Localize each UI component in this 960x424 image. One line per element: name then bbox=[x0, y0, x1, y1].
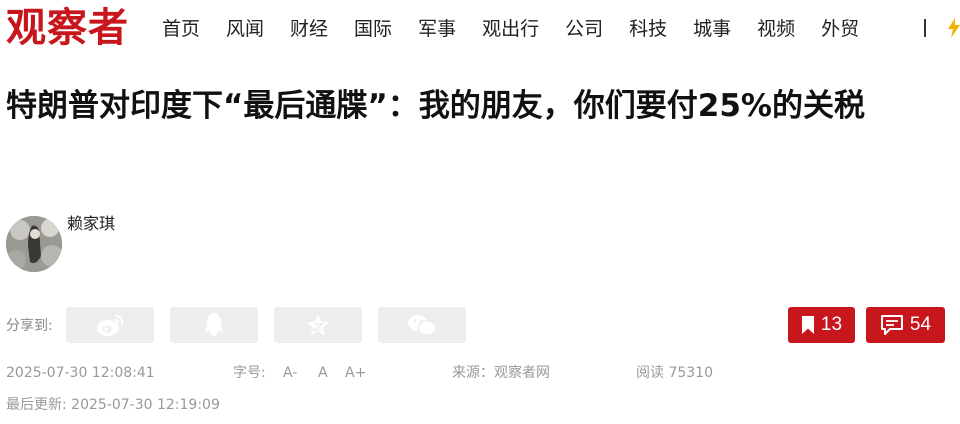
font-size-increase[interactable]: A+ bbox=[345, 363, 366, 383]
nav-item-video[interactable]: 视频 bbox=[757, 16, 795, 42]
share-qq-button[interactable] bbox=[170, 307, 258, 343]
nav-item-trade[interactable]: 外贸 bbox=[821, 16, 859, 42]
nav-item-tech[interactable]: 科技 bbox=[629, 16, 667, 42]
nav-item-city[interactable]: 城事 bbox=[693, 16, 731, 42]
lightning-icon[interactable] bbox=[946, 18, 960, 38]
author-name[interactable]: 赖家琪 bbox=[67, 213, 115, 235]
author-avatar[interactable] bbox=[6, 216, 62, 272]
font-size-normal[interactable]: A bbox=[318, 363, 328, 383]
last-updated: 最后更新: 2025-07-30 12:19:09 bbox=[6, 397, 220, 413]
wechat-icon bbox=[408, 315, 437, 336]
article-source: 来源：观察者网 bbox=[452, 365, 550, 381]
share-wechat-button[interactable] bbox=[378, 307, 466, 343]
qq-icon bbox=[205, 313, 223, 336]
nav-item-fengwen[interactable]: 风闻 bbox=[226, 16, 264, 42]
nav-menu: 首页 风闻 财经 国际 军事 观出行 公司 科技 城事 视频 外贸 bbox=[162, 16, 885, 42]
nav-item-travel[interactable]: 观出行 bbox=[482, 16, 539, 42]
article-title: 特朗普对印度下“最后通牒”：我的朋友，你们要付25%的关税 bbox=[6, 88, 865, 124]
comment-button[interactable]: 54 bbox=[866, 307, 945, 343]
bookmark-button[interactable]: 13 bbox=[788, 307, 855, 343]
share-weibo-button[interactable] bbox=[66, 307, 154, 343]
nav-item-international[interactable]: 国际 bbox=[354, 16, 392, 42]
nav-item-home[interactable]: 首页 bbox=[162, 16, 200, 42]
share-qzone-button[interactable] bbox=[274, 307, 362, 343]
comment-count: 54 bbox=[909, 314, 932, 335]
nav-item-company[interactable]: 公司 bbox=[565, 16, 603, 42]
font-size-label: 字号: bbox=[233, 365, 266, 381]
bookmark-icon bbox=[801, 315, 815, 335]
font-size-decrease[interactable]: A- bbox=[283, 363, 297, 383]
comment-icon bbox=[880, 314, 904, 336]
publish-time: 2025-07-30 12:08:41 bbox=[6, 365, 155, 381]
bookmark-count: 13 bbox=[820, 314, 843, 335]
read-count: 阅读 75310 bbox=[636, 365, 713, 381]
nav-item-military[interactable]: 军事 bbox=[418, 16, 456, 42]
share-label: 分享到: bbox=[6, 318, 53, 334]
top-navigation: 观察者 首页 风闻 财经 国际 军事 观出行 公司 科技 城事 视频 外贸 bbox=[0, 0, 960, 58]
nav-divider bbox=[924, 19, 926, 37]
qzone-star-icon bbox=[306, 314, 330, 336]
site-logo[interactable]: 观察者 bbox=[6, 4, 129, 52]
nav-item-finance[interactable]: 财经 bbox=[290, 16, 328, 42]
weibo-icon bbox=[97, 314, 124, 336]
